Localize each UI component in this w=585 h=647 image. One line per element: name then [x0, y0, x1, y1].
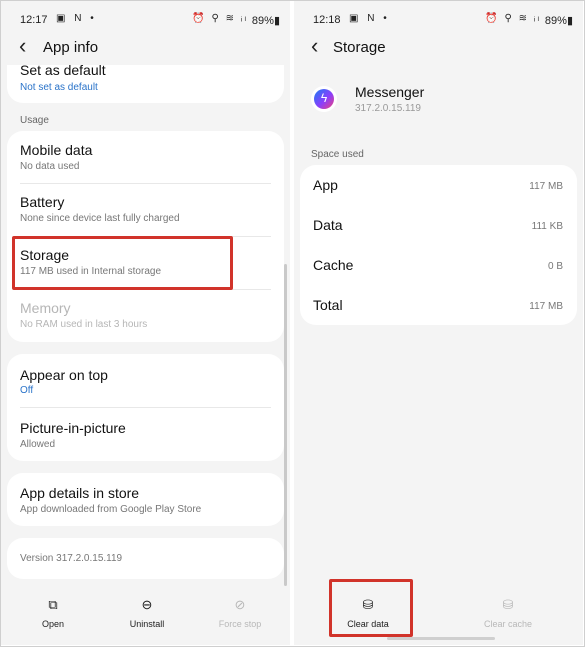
set-default-row[interactable]: Set as default Not set as default	[7, 65, 284, 103]
total-size-row: Total 117 MB	[300, 285, 577, 325]
status-time: 12:18	[313, 14, 341, 26]
messenger-bolt-icon: ϟ	[320, 91, 328, 105]
cache-size-label: Cache	[313, 257, 354, 273]
app-version: 317.2.0.15.119	[355, 103, 421, 114]
appear-on-top-row[interactable]: Appear on top Off	[7, 354, 284, 407]
data-size-row: Data 111 KB	[300, 205, 577, 245]
back-arrow-icon[interactable]: ‹	[311, 35, 318, 57]
usage-section-label: Usage	[20, 115, 49, 126]
battery-level: 89%▮	[251, 15, 280, 27]
uninstall-button[interactable]: ⊖ Uninstall	[107, 596, 187, 629]
page-title: App info	[43, 39, 99, 56]
data-size-value: 111 KB	[531, 221, 563, 232]
version-text: Version 317.2.0.15.119	[20, 553, 123, 564]
notification-icons: ▣ N •	[349, 13, 390, 24]
system-icons: ⏰ ⚲ ≋ ᵢₗ	[192, 13, 248, 24]
force-stop-label: Force stop	[218, 619, 262, 629]
memory-row[interactable]: Memory No RAM used in last 3 hours	[7, 290, 284, 342]
mobile-data-title: Mobile data	[20, 142, 93, 158]
clear-cache-button[interactable]: ⛁ Clear cache	[468, 596, 548, 629]
app-size-label: App	[313, 177, 338, 193]
app-details-store-row[interactable]: App details in store App downloaded from…	[7, 473, 284, 526]
open-label: Open	[41, 619, 65, 629]
appear-on-top-title: Appear on top	[20, 367, 108, 383]
app-header: ϟ Messenger 317.2.0.15.119	[294, 75, 583, 127]
open-button[interactable]: ⧉ Open	[13, 596, 93, 629]
app-size-value: 117 MB	[529, 181, 563, 192]
battery-row[interactable]: Battery None since device last fully cha…	[7, 184, 284, 236]
app-bar: ‹ Storage	[294, 31, 583, 65]
force-stop-icon: ⊘	[234, 597, 246, 612]
uninstall-icon: ⊖	[141, 597, 153, 612]
app-name: Messenger	[355, 84, 425, 100]
usage-card: Mobile data No data used Battery None si…	[7, 131, 284, 342]
battery-level: 89%▮	[544, 15, 573, 27]
appear-on-top-sub: Off	[20, 385, 34, 396]
picture-in-picture-title: Picture-in-picture	[20, 420, 126, 436]
memory-title: Memory	[20, 300, 71, 316]
store-card: App details in store App downloaded from…	[7, 473, 284, 526]
page-title: Storage	[333, 39, 386, 56]
notification-icons: ▣ N •	[56, 13, 97, 24]
back-arrow-icon[interactable]: ‹	[19, 35, 26, 57]
system-icons: ⏰ ⚲ ≋ ᵢₗ	[485, 13, 541, 24]
force-stop-button[interactable]: ⊘ Force stop	[200, 596, 280, 629]
set-default-sub: Not set as default	[20, 82, 98, 93]
mobile-data-sub: No data used	[20, 161, 80, 172]
set-default-title: Set as default	[20, 65, 106, 78]
uninstall-label: Uninstall	[129, 619, 165, 629]
version-card: Version 317.2.0.15.119	[7, 538, 284, 579]
bottom-action-bar: ⧉ Open ⊖ Uninstall ⊘ Force stop	[1, 586, 290, 645]
space-used-card: App 117 MB Data 111 KB Cache 0 B Total 1…	[300, 165, 577, 325]
total-size-label: Total	[313, 297, 343, 313]
mobile-data-row[interactable]: Mobile data No data used	[7, 131, 284, 183]
battery-title: Battery	[20, 194, 65, 210]
app-details-store-title: App details in store	[20, 485, 140, 501]
battery-sub: None since device last fully charged	[20, 213, 180, 224]
app-info-screen: 12:17 ▣ N • ⏰ ⚲ ≋ ᵢₗ 89%▮ ‹ App info Set…	[1, 1, 290, 645]
home-indicator	[387, 637, 495, 640]
open-external-icon: ⧉	[48, 597, 58, 612]
cache-size-value: 0 B	[547, 261, 563, 272]
scrollbar[interactable]	[284, 264, 287, 586]
picture-in-picture-sub: Allowed	[20, 439, 56, 450]
storage-row[interactable]: Storage 117 MB used in Internal storage	[7, 237, 284, 289]
clear-data-button[interactable]: ⛁ Clear data	[328, 596, 408, 629]
permissions-card: Appear on top Off Picture-in-picture All…	[7, 354, 284, 461]
storage-screen: 12:18 ▣ N • ⏰ ⚲ ≋ ᵢₗ 89%▮ ‹ Storage ϟ Me…	[294, 1, 583, 645]
clear-cache-label: Clear cache	[483, 619, 533, 629]
set-default-card[interactable]: Set as default Not set as default	[7, 65, 284, 103]
app-details-store-sub: App downloaded from Google Play Store	[20, 504, 202, 515]
data-size-label: Data	[313, 217, 343, 233]
cache-size-row: Cache 0 B	[300, 245, 577, 285]
clear-data-label: Clear data	[347, 619, 389, 629]
clear-data-icon: ⛁	[362, 597, 374, 612]
space-used-label: Space used	[311, 149, 364, 160]
messenger-app-icon: ϟ	[311, 86, 337, 112]
total-size-value: 117 MB	[529, 301, 563, 312]
storage-title: Storage	[20, 247, 70, 263]
picture-in-picture-row[interactable]: Picture-in-picture Allowed	[7, 408, 284, 461]
memory-sub: No RAM used in last 3 hours	[20, 319, 148, 330]
storage-sub: 117 MB used in Internal storage	[20, 266, 162, 277]
app-bar: ‹ App info	[1, 31, 290, 65]
clear-cache-icon: ⛁	[502, 597, 514, 612]
status-time: 12:17	[20, 14, 48, 26]
app-size-row: App 117 MB	[300, 165, 577, 205]
